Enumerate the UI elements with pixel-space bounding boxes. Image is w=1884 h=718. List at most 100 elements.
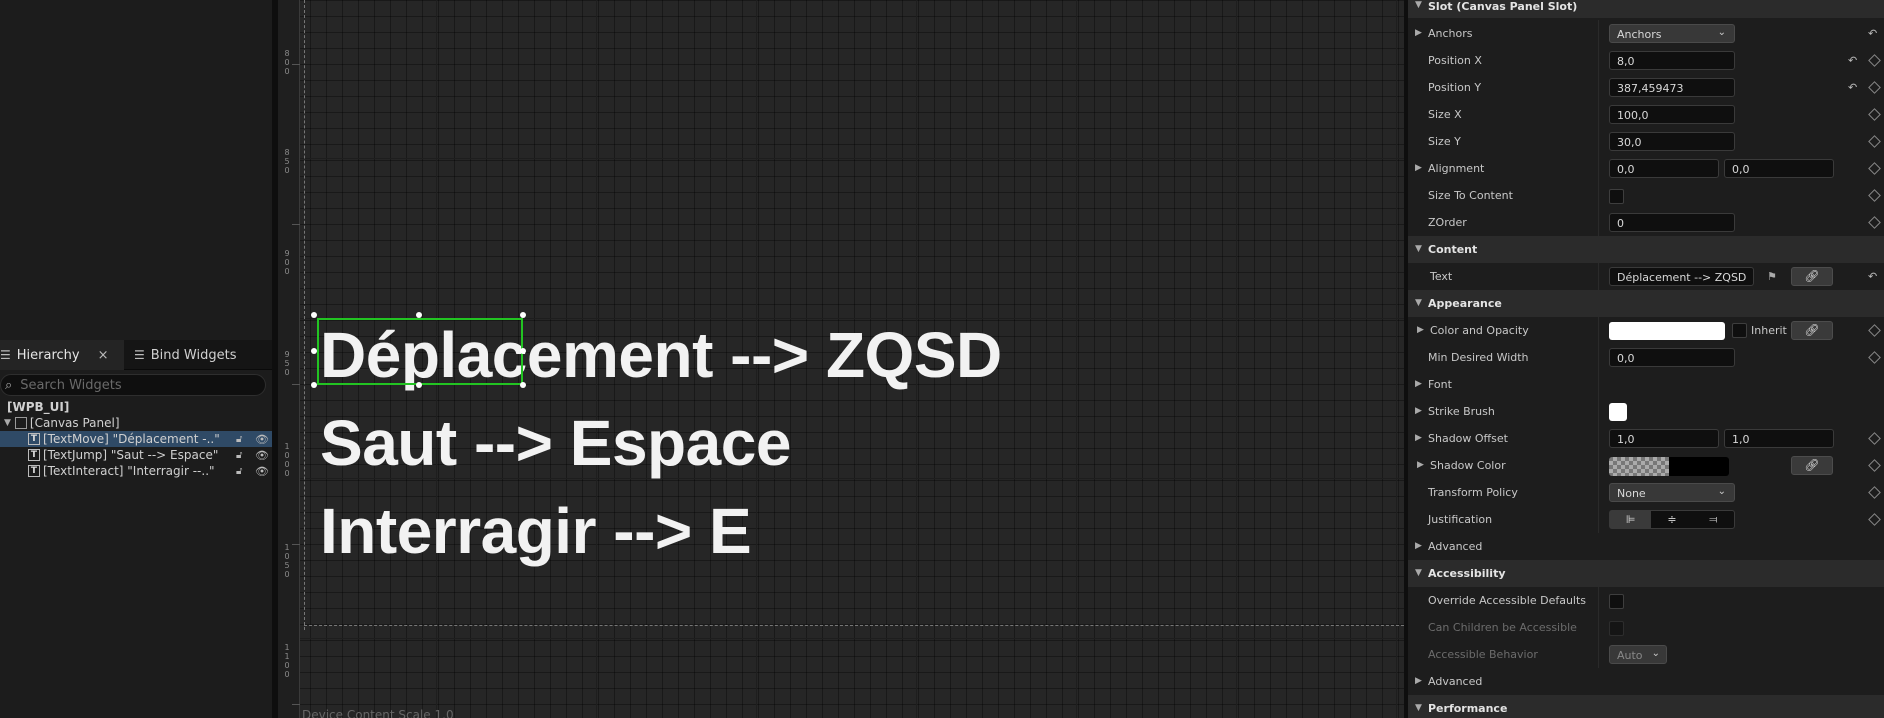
collapse-arrow-icon[interactable]: ▼ (1415, 0, 1422, 10)
keyframe-icon[interactable] (1868, 81, 1881, 94)
size-to-content-checkbox[interactable] (1609, 189, 1624, 204)
eye-icon[interactable]: 👁︎ (255, 433, 269, 446)
expand-arrow-icon[interactable]: ▶ (1415, 676, 1422, 686)
lock-icon[interactable]: 🔓︎ (236, 434, 242, 445)
tab-hierarchy[interactable]: ☰ Hierarchy × (0, 340, 124, 370)
bind-button[interactable]: 🔗︎ (1791, 321, 1833, 340)
tree-item-textinteract[interactable]: T [TextInteract] "Interragir --.." 🔓︎ 👁︎ (0, 463, 272, 479)
keyframe-icon[interactable] (1868, 54, 1881, 67)
bind-button[interactable]: 🔗︎ (1791, 456, 1833, 475)
reset-icon[interactable]: ↶ (1848, 54, 1857, 67)
expand-arrow-icon[interactable]: ▼ (4, 418, 11, 428)
inherit-checkbox[interactable] (1732, 323, 1747, 338)
strike-brush-swatch[interactable] (1609, 403, 1627, 421)
eye-icon[interactable]: 👁︎ (255, 465, 269, 478)
section-accessibility[interactable]: ▼ Accessibility (1408, 560, 1884, 587)
keyframe-icon[interactable] (1868, 432, 1881, 445)
override-accessible-checkbox[interactable] (1609, 594, 1624, 609)
designer-canvas[interactable]: 8 0 0 8 5 0 9 0 0 9 5 0 1 0 0 0 1 0 5 0 … (278, 0, 1404, 718)
size-y-field[interactable]: 30,0 (1609, 132, 1735, 151)
reset-icon[interactable]: ↶ (1848, 81, 1857, 94)
tree-item-textmove[interactable]: T [TextMove] "Déplacement -.." 🔓︎ 👁︎ (0, 431, 272, 447)
section-content[interactable]: ▼ Content (1408, 236, 1884, 263)
tree-canvas-panel[interactable]: ▼ [Canvas Panel] (0, 415, 272, 431)
expand-arrow-icon[interactable]: ▶ (1417, 460, 1424, 470)
row-advanced-appearance[interactable]: ▶ Advanced (1408, 533, 1884, 560)
section-appearance[interactable]: ▼ Appearance (1408, 290, 1884, 317)
expand-arrow-icon[interactable]: ▶ (1415, 541, 1422, 551)
lock-icon[interactable]: 🔓︎ (236, 450, 242, 461)
keyframe-icon[interactable] (1868, 108, 1881, 121)
ruler-tick (292, 704, 300, 705)
anchors-label: Anchors (1428, 27, 1473, 40)
row-advanced-accessibility[interactable]: ▶ Advanced (1408, 668, 1884, 695)
text-jump-widget[interactable]: Saut --> Espace (320, 406, 791, 480)
min-width-field[interactable]: 0,0 (1609, 348, 1735, 367)
keyframe-icon[interactable] (1868, 513, 1881, 526)
alignment-y-field[interactable]: 0,0 (1724, 159, 1834, 178)
collapse-arrow-icon[interactable]: ▼ (1415, 568, 1422, 578)
resize-handle[interactable] (520, 348, 526, 354)
align-center-icon[interactable]: ≑ (1651, 511, 1692, 528)
expand-arrow-icon[interactable]: ▶ (1417, 325, 1424, 335)
section-performance[interactable]: ▼ Performance (1408, 695, 1884, 718)
keyframe-icon[interactable] (1868, 189, 1881, 202)
keyframe-icon[interactable] (1868, 351, 1881, 364)
resize-handle[interactable] (311, 348, 317, 354)
anchors-dropdown[interactable]: Anchors ⌄ (1609, 24, 1735, 43)
expand-arrow-icon[interactable]: ▶ (1415, 163, 1422, 173)
keyframe-icon[interactable] (1868, 486, 1881, 499)
text-interact-widget[interactable]: Interragir --> E (320, 494, 752, 568)
shadow-offset-y-field[interactable]: 1,0 (1724, 429, 1834, 448)
accessible-behavior-dropdown[interactable]: Auto ⌄ (1609, 645, 1667, 664)
keyframe-icon[interactable] (1868, 216, 1881, 229)
expand-arrow-icon[interactable]: ▶ (1415, 406, 1422, 416)
align-left-icon[interactable]: ⊫ (1610, 511, 1652, 528)
resize-handle[interactable] (520, 312, 526, 318)
collapse-arrow-icon[interactable]: ▼ (1415, 703, 1422, 713)
color-swatch[interactable] (1609, 322, 1725, 340)
expand-arrow-icon[interactable]: ▶ (1415, 28, 1422, 38)
position-y-field[interactable]: 387,459473 (1609, 78, 1735, 97)
zorder-field[interactable]: 0 (1609, 213, 1735, 232)
row-color-opacity: ▶ Color and Opacity Inherit 🔗︎ (1408, 317, 1884, 344)
shadow-color-swatch[interactable] (1669, 457, 1729, 476)
resize-handle[interactable] (520, 382, 526, 388)
keyframe-icon[interactable] (1868, 162, 1881, 175)
tree-item-textjump[interactable]: T [TextJump] "Saut --> Espace" 🔓︎ 👁︎ (0, 447, 272, 463)
expand-arrow-icon[interactable]: ▶ (1415, 379, 1422, 389)
close-icon[interactable]: × (98, 348, 109, 363)
collapse-arrow-icon[interactable]: ▼ (1415, 298, 1422, 308)
reset-icon[interactable]: ↶ (1868, 27, 1877, 40)
expand-arrow-icon[interactable]: ▶ (1415, 433, 1422, 443)
size-x-field[interactable]: 100,0 (1609, 105, 1735, 124)
resize-handle[interactable] (311, 382, 317, 388)
collapse-arrow-icon[interactable]: ▼ (1415, 244, 1422, 254)
search-widgets-input[interactable]: ⌕ Search Widgets (0, 374, 266, 396)
align-right-icon[interactable]: ⫤ (1693, 511, 1734, 528)
reset-icon[interactable]: ↶ (1868, 270, 1877, 283)
size-y-label: Size Y (1428, 135, 1461, 148)
resize-handle[interactable] (416, 382, 422, 388)
lock-icon[interactable]: 🔓︎ (236, 466, 242, 477)
tab-bind-widgets[interactable]: ☰ Bind Widgets (134, 340, 264, 370)
shadow-offset-x-field[interactable]: 1,0 (1609, 429, 1719, 448)
text-field[interactable]: Déplacement --> ZQSD (1609, 267, 1754, 286)
resize-handle[interactable] (311, 312, 317, 318)
column-divider (1598, 155, 1599, 182)
alignment-x-field[interactable]: 0,0 (1609, 159, 1719, 178)
keyframe-icon[interactable] (1868, 459, 1881, 472)
section-slot[interactable]: ▼ Slot (Canvas Panel Slot) (1408, 0, 1884, 18)
tree-root[interactable]: [WPB_UI] (0, 398, 272, 415)
children-accessible-checkbox[interactable] (1609, 621, 1624, 636)
transform-policy-dropdown[interactable]: None ⌄ (1609, 483, 1735, 502)
bind-button[interactable]: 🔗︎ (1791, 267, 1833, 286)
position-x-field[interactable]: 8,0 (1609, 51, 1735, 70)
keyframe-icon[interactable] (1868, 135, 1881, 148)
shadow-color-alpha-swatch[interactable] (1609, 457, 1669, 476)
flag-icon[interactable]: ⚑ (1767, 270, 1777, 283)
eye-icon[interactable]: 👁︎ (255, 449, 269, 462)
override-accessible-label: Override Accessible Defaults (1428, 594, 1587, 607)
resize-handle[interactable] (416, 312, 422, 318)
keyframe-icon[interactable] (1868, 324, 1881, 337)
